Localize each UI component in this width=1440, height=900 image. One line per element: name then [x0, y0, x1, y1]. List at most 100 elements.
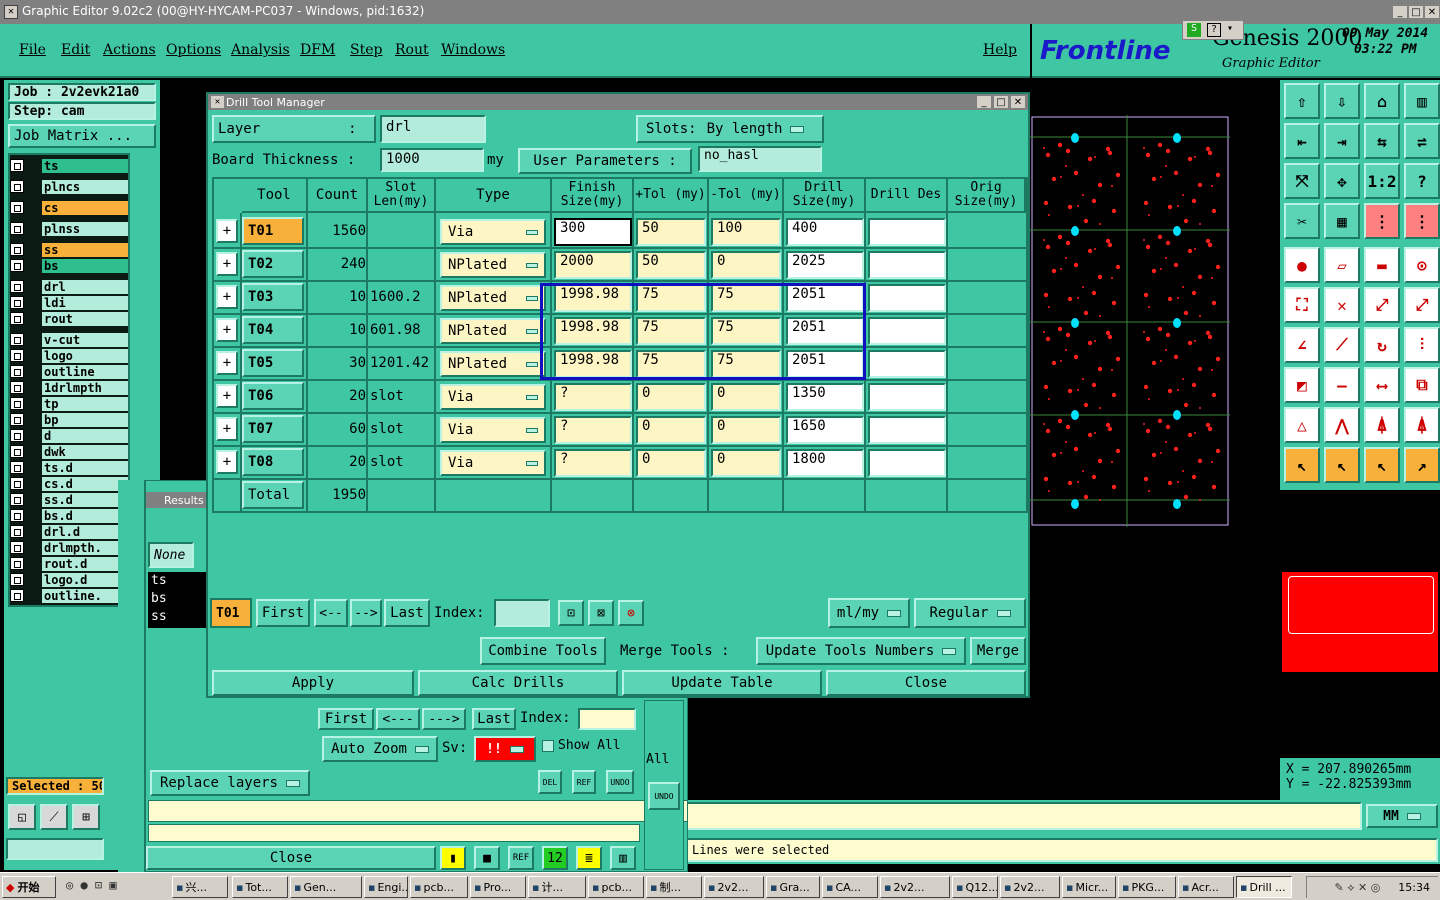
type-dropdown[interactable]: Via [440, 450, 546, 476]
list-icon[interactable]: ≣ [576, 846, 602, 870]
expand-row-icon[interactable]: + [216, 351, 238, 375]
expand-row-icon[interactable]: + [216, 285, 238, 309]
job-matrix-button[interactable]: Job Matrix ... [8, 124, 156, 148]
replace-layers-dropdown[interactable]: Replace layers [150, 770, 310, 796]
help-icon[interactable]: ? [1404, 163, 1440, 199]
taskbar-item[interactable]: ▪ 计... [528, 876, 586, 898]
layer-row[interactable]: drl [10, 279, 128, 294]
type-dropdown[interactable]: NPlated [440, 252, 546, 278]
drill-size-input[interactable]: 1800 [786, 449, 864, 477]
measure-icon[interactable]: ⟋ [40, 804, 68, 830]
plus-tol-input[interactable]: 0 [636, 449, 706, 477]
tool-button[interactable]: T03 [242, 283, 304, 311]
taskbar-item[interactable]: ▪ Q12... [952, 876, 998, 898]
menu-help[interactable]: Help [983, 42, 1017, 58]
grid-icon[interactable]: ⊞ [72, 804, 100, 830]
swap-view-icon[interactable]: ⇆ [1364, 123, 1400, 159]
layer-checkbox[interactable] [10, 445, 24, 458]
merge-button[interactable]: Merge [970, 637, 1026, 665]
type-dropdown[interactable]: Via [440, 219, 546, 245]
menu-analysis[interactable]: Analysis [231, 42, 290, 58]
menu-dfm[interactable]: DFM [300, 42, 335, 58]
rotate-icon[interactable]: ↻ [1364, 327, 1400, 363]
pad-icon[interactable]: ● [1284, 247, 1320, 283]
drill-size-input[interactable]: 2025 [786, 251, 864, 279]
taskbar-item[interactable]: ▪ pcb... [410, 876, 468, 898]
finish-size-input[interactable]: ? [554, 383, 632, 411]
drill-des-input[interactable] [868, 383, 946, 411]
ruler-icon[interactable]: ▬ [1364, 247, 1400, 283]
prev-view-icon[interactable]: ⇤ [1284, 123, 1320, 159]
plus-tol-input[interactable]: 50 [636, 251, 706, 279]
plus-tol-input[interactable]: 0 [636, 383, 706, 411]
layer-checkbox[interactable] [10, 381, 24, 394]
drill-des-input[interactable] [868, 284, 946, 312]
apply-button[interactable]: Apply [212, 670, 414, 696]
layers-icon[interactable]: ⋮ [1364, 203, 1400, 239]
layer-row[interactable]: v-cut [10, 332, 128, 347]
find-icon[interactable]: ⊡ [558, 600, 584, 626]
taskbar-item[interactable]: ▪ Gen... [290, 876, 362, 898]
menu-options[interactable]: Options [166, 42, 221, 58]
first-button[interactable]: First [256, 599, 310, 627]
pcb-view[interactable] [1030, 115, 1230, 527]
layer-checkbox[interactable] [10, 429, 24, 442]
undo-icon[interactable]: UNDO [606, 770, 634, 794]
tool-button[interactable]: T04 [242, 316, 304, 344]
last-button[interactable]: Last [384, 599, 430, 627]
menu-rout[interactable]: Rout [395, 42, 429, 58]
line-icon[interactable]: ⟋ [1324, 327, 1360, 363]
close-button[interactable]: ✕ [1424, 5, 1440, 19]
combine-tools-button[interactable]: Combine Tools [480, 637, 606, 665]
peak-icon[interactable]: ⋀ [1324, 407, 1360, 443]
layer-checkbox[interactable] [10, 280, 24, 293]
layer-row[interactable]: dwk [10, 444, 128, 459]
arrow2-icon[interactable]: ⤢ [1404, 287, 1440, 323]
finish-size-input[interactable]: ? [554, 449, 632, 477]
mini-toolbar[interactable]: S ? ▾ [1182, 20, 1244, 40]
taskbar-item[interactable]: ▪ Acr... [1178, 876, 1234, 898]
next-button[interactable]: --> [350, 599, 382, 627]
taskbar-item[interactable]: ▪ 2v2... [1000, 876, 1060, 898]
layer-checkbox[interactable] [10, 413, 24, 426]
select4-icon[interactable]: ↗ [1404, 447, 1440, 483]
toggle-icon[interactable]: ⇌ [1404, 123, 1440, 159]
s-icon[interactable]: S [1187, 23, 1201, 37]
layer-row[interactable]: ss [10, 242, 128, 257]
layer-checkbox[interactable] [10, 159, 24, 172]
connect-icon[interactable]: ⛶ [1284, 287, 1320, 323]
taskbar-item[interactable]: ▪Engi... [364, 876, 408, 898]
menu-step[interactable]: Step [350, 42, 382, 58]
layer-checkbox[interactable] [10, 525, 24, 538]
ref2-icon[interactable]: REF [572, 770, 596, 794]
layer-row[interactable]: tp [10, 396, 128, 411]
menu-edit[interactable]: Edit [61, 42, 90, 58]
mode-select[interactable]: Regular [914, 598, 1026, 628]
layer-button[interactable]: Layer: [212, 115, 376, 143]
index-input[interactable] [494, 599, 550, 627]
layer-checkbox[interactable] [10, 541, 24, 554]
layer-checkbox[interactable] [10, 201, 24, 214]
layer-row[interactable]: outline [10, 364, 128, 379]
taskbar-item[interactable]: ▪ PKG... [1118, 876, 1176, 898]
tool-button[interactable]: T06 [242, 382, 304, 410]
layer-checkbox[interactable] [10, 477, 24, 490]
dtm-close-action-button[interactable]: Close [826, 670, 1026, 696]
slots-control[interactable]: Slots: By length [636, 115, 824, 143]
minus-tol-input[interactable]: 0 [711, 383, 781, 411]
update-tools-numbers-dropdown[interactable]: Update Tools Numbers [756, 637, 966, 665]
layer-checkbox[interactable] [10, 589, 24, 602]
drill-des-input[interactable] [868, 218, 946, 246]
select2-icon[interactable]: ↖ [1324, 447, 1360, 483]
dtm-minimize-button[interactable]: _ [976, 95, 992, 109]
scale-icon[interactable]: 1:2 [1364, 163, 1400, 199]
layer-row[interactable]: bs [10, 258, 128, 273]
circle-icon[interactable]: ⊙ [1404, 247, 1440, 283]
chart-icon[interactable]: ▥ [610, 846, 636, 870]
results-item[interactable]: bs [148, 590, 208, 608]
select-icon[interactable]: ↖ [1284, 447, 1320, 483]
results-field[interactable] [148, 800, 688, 822]
results-next-button[interactable]: ---> [422, 708, 466, 730]
calc-drills-button[interactable]: Calc Drills [418, 670, 618, 696]
menu-file[interactable]: File [19, 42, 46, 58]
